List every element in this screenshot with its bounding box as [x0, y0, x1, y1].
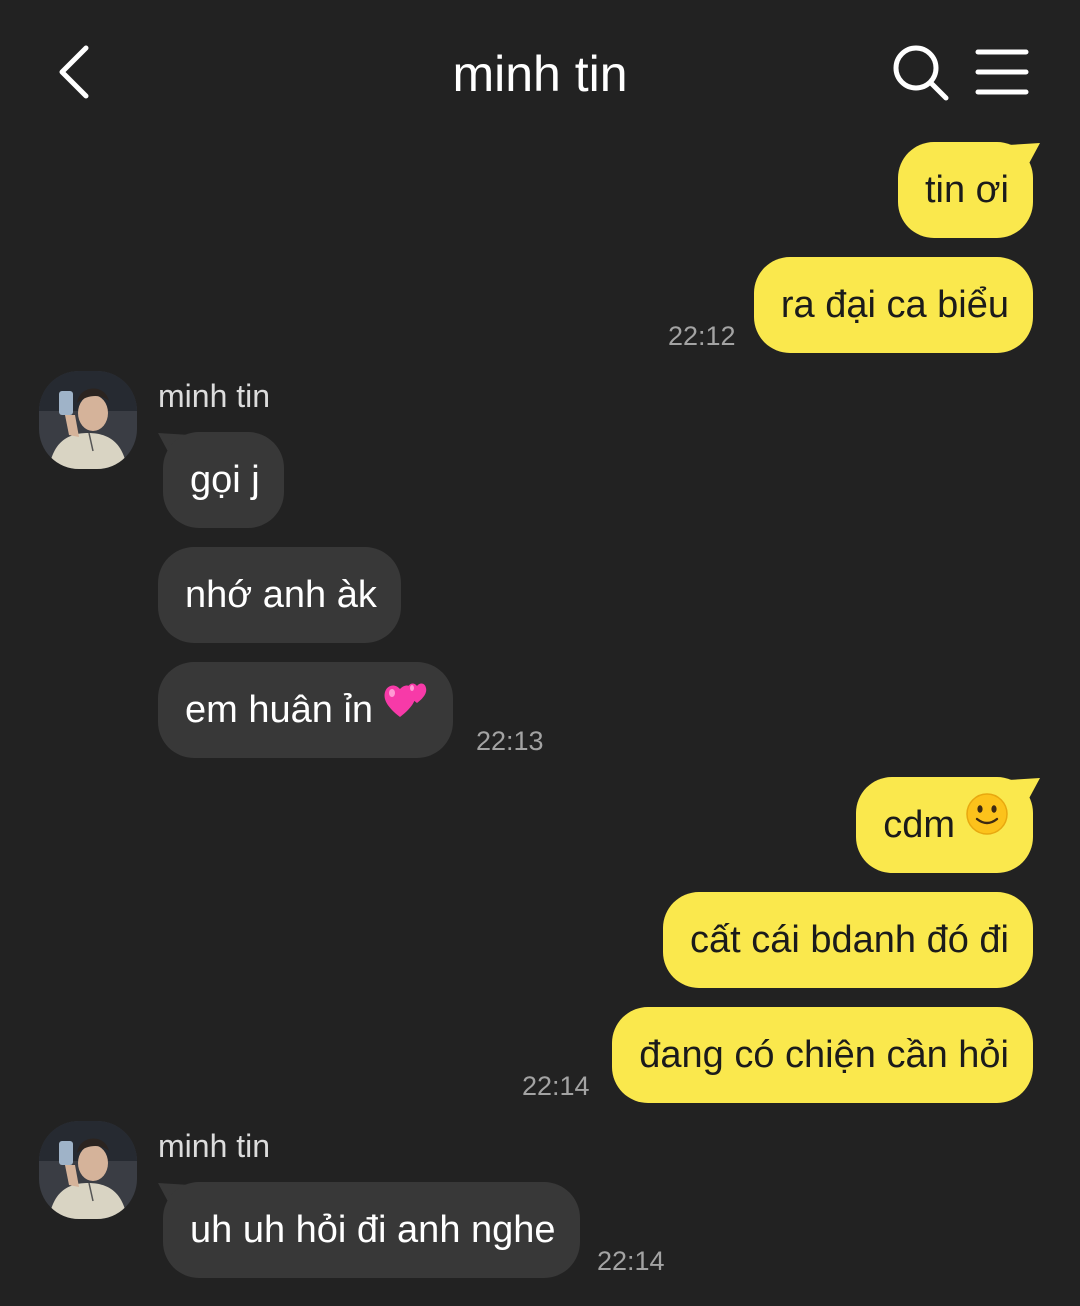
message-timestamp: 22:13 — [476, 726, 544, 756]
message-text: em huân ỉn — [185, 689, 374, 731]
message-text: nhớ anh àk — [185, 574, 377, 616]
message-bubble-outgoing[interactable]: tin ơi — [897, 142, 1033, 238]
sender-name: minh tin — [158, 1128, 271, 1164]
two-hearts-emoji — [383, 661, 429, 757]
message-bubble-outgoing[interactable]: đang có chiện cần hỏi — [612, 1007, 1033, 1103]
menu-button[interactable] — [972, 44, 1032, 100]
message-bubble-incoming[interactable]: gọi j — [163, 432, 284, 528]
message-text: gọi j — [190, 459, 260, 501]
message-timestamp: 22:12 — [668, 321, 736, 351]
message-bubble-incoming[interactable]: nhớ anh àk — [158, 547, 401, 643]
message-bubble-outgoing[interactable]: cất cái bdanh đó đi — [662, 892, 1033, 988]
message-timestamp: 22:14 — [522, 1071, 590, 1101]
message-bubble-outgoing[interactable]: cdm — [856, 777, 1033, 873]
message-bubble-incoming[interactable]: em huân ỉn — [158, 661, 454, 758]
search-icon — [893, 45, 949, 101]
avatar-image — [39, 1121, 137, 1219]
chat-header: minh tin — [0, 0, 1080, 140]
message-text: tin ơi — [924, 169, 1009, 211]
message-timestamp: 22:14 — [597, 1246, 665, 1276]
message-bubble-outgoing[interactable]: ra đại ca biểu — [753, 257, 1033, 353]
message-text: ra đại ca biểu — [780, 284, 1009, 326]
slightly-smiling-face-emoji — [965, 776, 1009, 872]
sender-name: minh tin — [158, 378, 271, 414]
search-button[interactable] — [888, 40, 952, 104]
hamburger-menu-icon — [975, 49, 1029, 95]
avatar[interactable] — [39, 371, 137, 469]
avatar[interactable] — [39, 1121, 137, 1219]
message-text: đang có chiện cần hỏi — [639, 1034, 1009, 1076]
message-text: cất cái bdanh đó đi — [689, 919, 1009, 961]
message-text: uh uh hỏi đi anh nghe — [190, 1209, 556, 1251]
avatar-image — [39, 371, 137, 469]
message-text: cdm — [883, 804, 955, 846]
message-bubble-incoming[interactable]: uh uh hỏi đi anh nghe — [163, 1182, 580, 1278]
